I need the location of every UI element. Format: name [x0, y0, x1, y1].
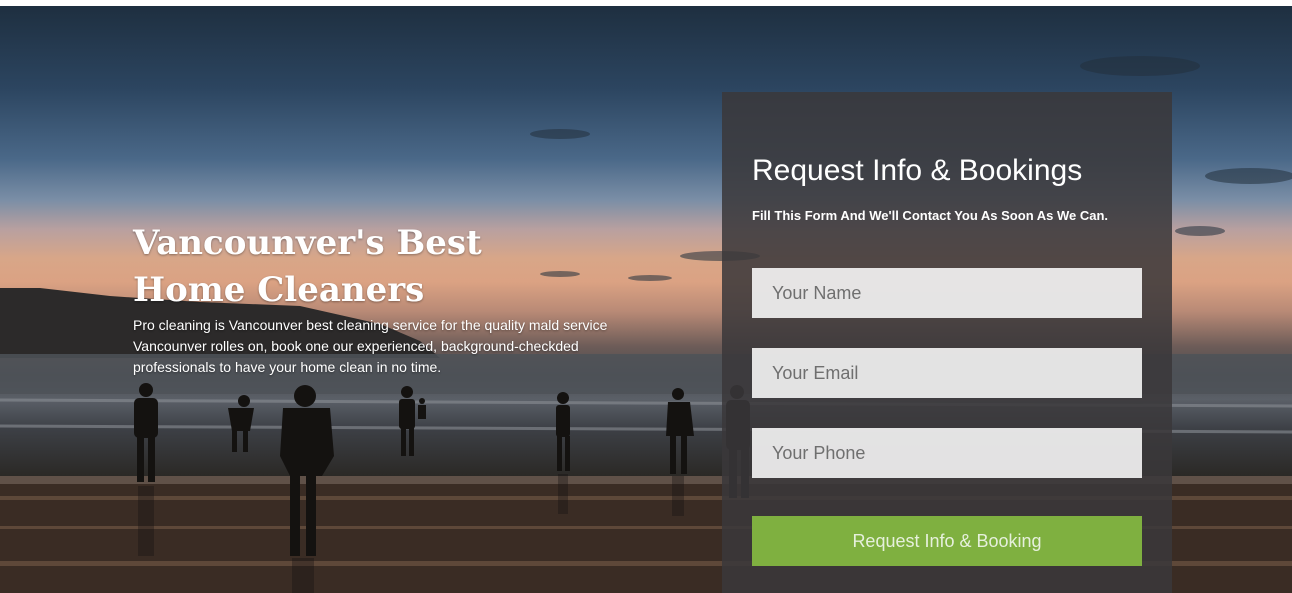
hero-headline-line-1: Vancounver's Best	[133, 223, 482, 263]
hero-headline: Vancounver's Best Home Cleaners	[133, 220, 553, 314]
hero-headline-line-2: Home Cleaners	[133, 270, 425, 310]
form-title: Request Info & Bookings	[752, 154, 1083, 187]
phone-input[interactable]	[752, 428, 1142, 478]
hero-description: Pro cleaning is Vancounver best cleaning…	[133, 317, 608, 375]
email-input[interactable]	[752, 348, 1142, 398]
booking-form-panel: Request Info & Bookings Fill This Form A…	[722, 92, 1172, 593]
request-booking-button[interactable]: Request Info & Booking	[752, 516, 1142, 566]
name-input[interactable]	[752, 268, 1142, 318]
form-subtitle: Fill This Form And We'll Contact You As …	[752, 208, 1109, 223]
page: Vancounver's Best Home Cleaners Pro clean…	[0, 0, 1292, 593]
